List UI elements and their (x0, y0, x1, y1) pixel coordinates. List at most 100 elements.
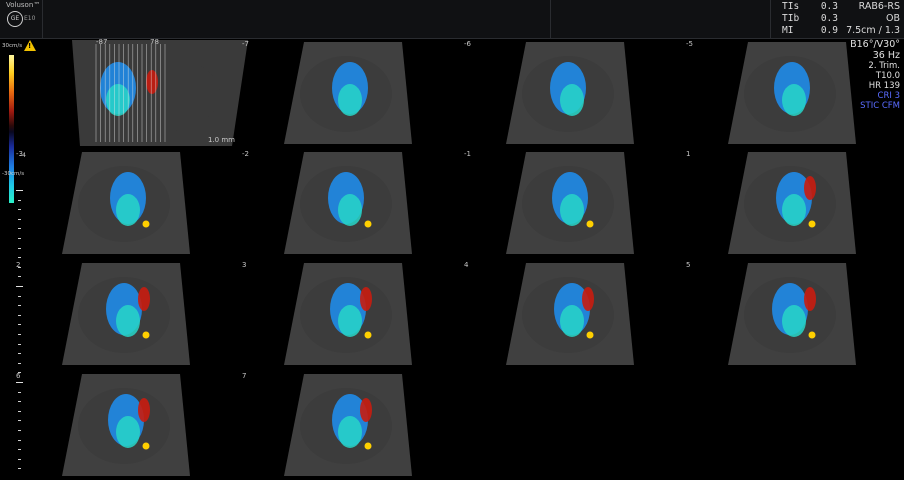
depth-tick (18, 430, 21, 431)
depth-tick-major (16, 190, 23, 191)
depth-tick (18, 410, 21, 412)
color-flow-jet (142, 442, 150, 450)
stic-frame[interactable]: 1 (686, 148, 904, 258)
safety-indices: TIs 0.3 TIb 0.3 MI 0.9 (782, 1, 838, 37)
frame-index-label: -3 (16, 150, 23, 158)
ref-left-marker: -87 (96, 38, 108, 46)
index-label: MI (782, 25, 794, 36)
depth-tick (18, 199, 21, 201)
stic-frame[interactable]: -3 (16, 148, 260, 258)
color-flow-core (338, 416, 362, 448)
color-flow-core (560, 305, 584, 337)
top-bar: Voluson™ GE E10 TIs 0.3 TIb 0.3 MI 0.9 RAB6… (0, 0, 904, 39)
frame-canvas (728, 152, 856, 254)
top-bar-section (550, 0, 771, 38)
stic-frame[interactable]: -1 (464, 148, 704, 258)
frame-canvas (506, 152, 634, 254)
stic-frame[interactable]: 2 (16, 259, 260, 369)
frame-canvas (728, 263, 856, 365)
frame-canvas (62, 263, 190, 365)
frame-canvas (284, 263, 412, 365)
stic-frame[interactable]: -6 (464, 38, 704, 148)
frame-index-label: -6 (464, 40, 471, 48)
stic-frame[interactable]: 3 (242, 259, 482, 369)
color-flow-core (782, 305, 806, 337)
index-value: 0.9 (820, 25, 838, 36)
depth-tick (18, 209, 21, 211)
scale-bottom-label: -30cm/s (2, 171, 25, 177)
stic-frame[interactable]: -7 (242, 38, 482, 148)
frame-index-label: -7 (242, 40, 249, 48)
color-flow-jet (586, 220, 594, 228)
stic-frame[interactable]: 5 (686, 259, 904, 369)
depth-tick (18, 458, 21, 460)
frame-canvas (284, 152, 412, 254)
frame-canvas (506, 263, 634, 365)
depth-tick (18, 391, 21, 393)
index-label: TIs (782, 1, 800, 12)
ref-right-marker: 78 (150, 38, 159, 46)
color-flow-red (804, 176, 816, 200)
color-flow-core (116, 416, 140, 448)
warning-icon[interactable] (24, 40, 36, 51)
frame-index-label: -1 (464, 150, 471, 158)
depth-tick (18, 401, 21, 403)
color-velocity-scale: 30cm/s -4 -30cm/s (0, 40, 40, 480)
color-flow-jet (364, 220, 372, 228)
brand-block: Voluson™ GE E10 (2, 0, 42, 38)
stic-frame[interactable]: 6 (16, 370, 260, 480)
frame-canvas (72, 40, 248, 146)
scale-top-label: 30cm/s (2, 43, 23, 49)
depth-readout: 7.5cm / 1.3 (846, 25, 900, 36)
color-flow-core (338, 305, 362, 337)
color-flow-red (582, 287, 594, 311)
color-flow-core (560, 84, 584, 116)
probe-info: RAB6-RS OB 7.5cm / 1.3 (846, 1, 900, 37)
depth-tick (18, 257, 21, 259)
depth-tick (18, 449, 21, 451)
color-flow-core (560, 194, 584, 226)
frame-canvas (506, 42, 634, 144)
stic-frame[interactable]: 4 (464, 259, 704, 369)
color-flow-red (360, 398, 372, 422)
stic-frame[interactable]: -2 (242, 148, 482, 258)
reference-frame[interactable]: -87 78 1.0 mm (60, 38, 260, 148)
depth-tick (18, 362, 21, 364)
color-flow-core (782, 84, 806, 116)
index-value: 0.3 (820, 1, 838, 12)
frame-canvas (62, 374, 190, 476)
color-flow-red (138, 287, 150, 311)
color-flow-jet (142, 220, 150, 228)
depth-tick (18, 247, 21, 249)
depth-tick (18, 324, 21, 326)
index-row-tis: TIs 0.3 (782, 1, 838, 13)
color-flow-red (360, 287, 372, 311)
depth-tick (18, 334, 21, 335)
stic-frame[interactable]: 7 (242, 370, 482, 480)
frame-canvas (284, 42, 412, 144)
brand-model: E10 (24, 15, 36, 22)
color-flow-red (146, 70, 158, 94)
frame-index-label: -2 (242, 150, 249, 158)
frame-index-label: 1 (686, 150, 691, 158)
ge-logo-icon: GE (7, 11, 23, 27)
index-value: 0.3 (820, 13, 838, 24)
depth-tick (18, 218, 21, 220)
depth-tick (18, 439, 21, 441)
brand-name: Voluson™ (6, 1, 41, 9)
color-flow-jet (808, 331, 816, 339)
depth-tick-major (16, 286, 23, 287)
frame-index-label: 7 (242, 372, 247, 380)
frame-canvas (284, 374, 412, 476)
color-flow-jet (364, 331, 372, 339)
index-row-mi: MI 0.9 (782, 25, 838, 37)
frame-canvas (728, 42, 856, 144)
depth-tick (18, 314, 21, 316)
depth-tick (18, 420, 21, 422)
index-row-tib: TIb 0.3 (782, 13, 838, 25)
color-flow-core (116, 305, 140, 337)
depth-tick-major (16, 382, 23, 383)
stic-frame[interactable]: -5 (686, 38, 904, 148)
color-flow-jet (364, 442, 372, 450)
frame-canvas (62, 152, 190, 254)
